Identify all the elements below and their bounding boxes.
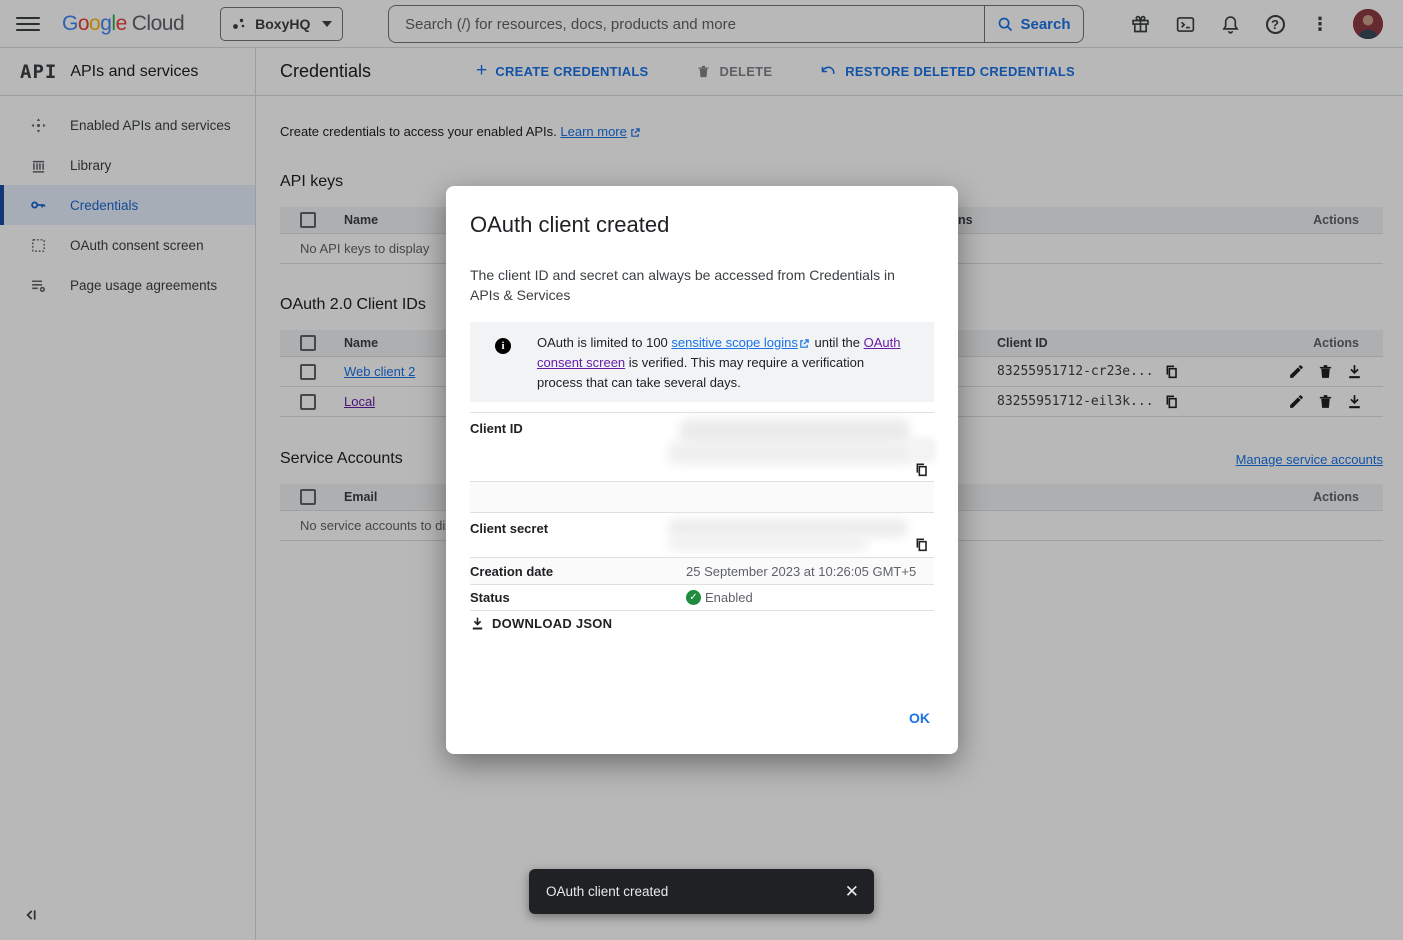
redacted-client-secret: [668, 536, 868, 551]
ok-button[interactable]: OK: [899, 702, 940, 734]
close-icon[interactable]: ✕: [845, 883, 859, 900]
download-icon: [470, 616, 485, 631]
client-details-table: Client ID Client secret Creation date 25…: [470, 412, 934, 611]
external-link-icon: [799, 338, 810, 349]
status-row: Status ✓ Enabled: [470, 585, 934, 611]
info-banner: i OAuth is limited to 100 sensitive scop…: [470, 322, 934, 402]
copy-icon[interactable]: [914, 537, 930, 553]
redacted-client-id: [906, 437, 936, 463]
redacted-client-secret: [668, 519, 908, 537]
check-circle-icon: ✓: [686, 590, 701, 605]
snackbar: OAuth client created ✕: [529, 869, 874, 914]
creation-date-value: 25 September 2023 at 10:26:05 GMT+5: [686, 564, 916, 579]
snackbar-message: OAuth client created: [546, 884, 845, 899]
dialog-title: OAuth client created: [470, 212, 669, 238]
oauth-client-created-dialog: OAuth client created The client ID and s…: [446, 186, 958, 754]
client-id-row: Client ID: [470, 413, 934, 482]
spacer-row: [470, 482, 934, 513]
download-json-button[interactable]: DOWNLOAD JSON: [470, 616, 612, 631]
creation-date-row: Creation date 25 September 2023 at 10:26…: [470, 558, 934, 585]
sensitive-scope-logins-link[interactable]: sensitive scope logins: [671, 335, 797, 350]
info-icon: i: [495, 338, 511, 354]
redacted-client-id: [668, 441, 914, 465]
google-cloud-console: Google Cloud BoxyHQ Search: [0, 0, 1403, 940]
client-secret-row: Client secret: [470, 513, 934, 558]
copy-icon[interactable]: [914, 462, 930, 478]
status-value: Enabled: [705, 590, 753, 605]
dialog-subtitle: The client ID and secret can always be a…: [470, 265, 925, 305]
